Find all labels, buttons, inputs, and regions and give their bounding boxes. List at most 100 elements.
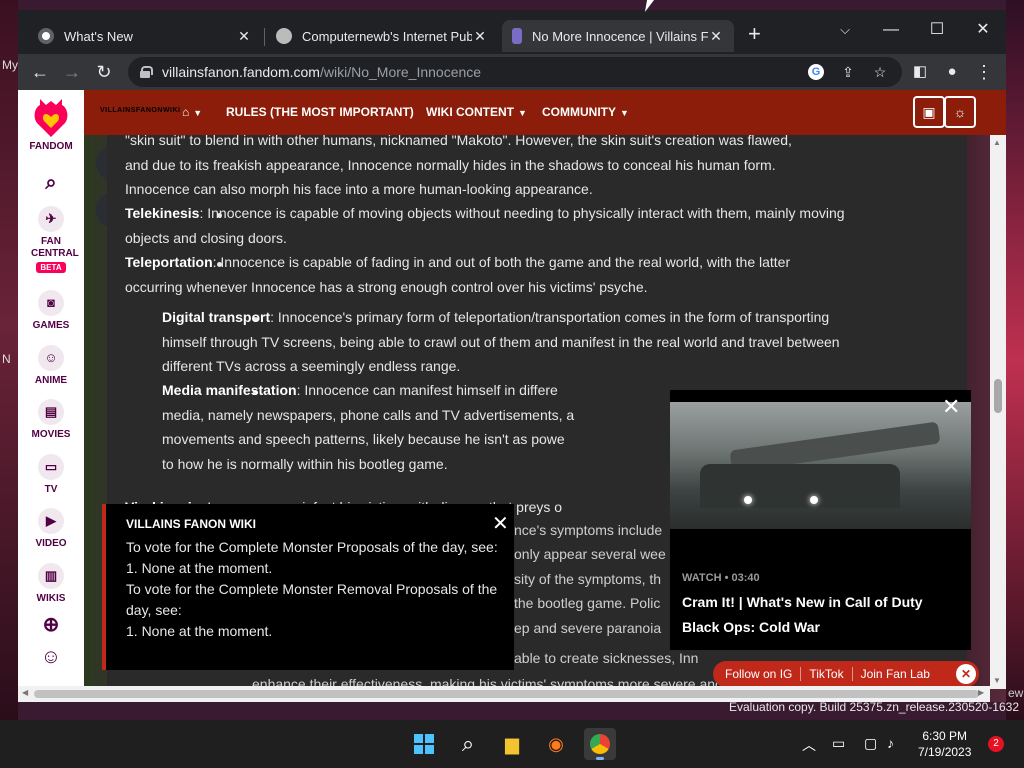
tab-close-icon[interactable]: ✕ (708, 28, 724, 45)
fandom-heart-icon (34, 99, 68, 137)
video-thumbnail[interactable] (670, 402, 971, 529)
profile-icon[interactable]: ● (940, 60, 964, 84)
follow-instagram-link[interactable]: Follow on IG (713, 667, 802, 681)
show-hidden-icons-chevron-icon[interactable]: ︿ (802, 735, 816, 755)
tank-hull-graphic (700, 464, 900, 508)
tab-close-icon[interactable]: ✕ (472, 28, 488, 45)
clock-time: 6:30 PM (922, 729, 968, 743)
scroll-up-arrow-icon[interactable]: ▲ (993, 138, 1001, 147)
term-description: : Innocence is capable of fading in and … (125, 254, 791, 295)
tab-close-icon[interactable]: ✕ (236, 28, 252, 45)
rail-fan-central[interactable]: ✈ FAN CENTRAL BETA (18, 206, 84, 273)
close-icon[interactable]: ✕ (492, 514, 509, 534)
firefox-icon[interactable]: ◉ (540, 728, 572, 760)
file-explorer-icon[interactable]: ▆ (496, 728, 528, 760)
join-fan-lab-link[interactable]: Join Fan Lab (853, 667, 938, 681)
share-icon[interactable]: ⇪ (840, 64, 856, 80)
clock-date: 7/19/2023 (918, 745, 972, 759)
book-icon: ▥ (38, 563, 64, 589)
tab-strip: What's New ✕ Computernewb's Internet Pub… (18, 10, 1006, 54)
system-clock[interactable]: 6:30 PM 7/19/2023 (918, 728, 971, 760)
text-line: media, namely newspapers, phone calls an… (162, 406, 575, 423)
term-teleportation: Teleportation (125, 254, 213, 270)
search-icon[interactable]: ⌕ (18, 172, 84, 195)
create-plus-icon[interactable]: ⊕ (18, 612, 84, 637)
fandom-logo[interactable]: FANDOM (18, 98, 84, 152)
minimize-button[interactable]: — (868, 16, 914, 44)
nav-wiki-content[interactable]: WIKI CONTENT ▼ (426, 105, 527, 119)
side-panel-icon[interactable]: ◧ (908, 60, 932, 84)
rail-tv[interactable]: ▭ TV (18, 454, 84, 495)
desktop-icon-label[interactable]: My (2, 58, 18, 72)
search-icon[interactable]: ⌕ (452, 728, 484, 760)
lock-icon[interactable] (140, 66, 153, 78)
close-video-icon[interactable]: ✕ (942, 396, 960, 418)
network-icon[interactable]: ▭ (832, 735, 845, 752)
explore-menu-icon[interactable]: ⌂ ▼ (182, 105, 202, 119)
tab-title: What's New (64, 28, 133, 44)
text-line: ep and severe paranoia (514, 620, 662, 636)
notice-line: day, see: (126, 602, 182, 618)
forward-arrow-icon[interactable]: → (60, 60, 84, 84)
rail-games[interactable]: ◙ GAMES (18, 290, 84, 331)
desktop-icon-label[interactable]: ew (1008, 686, 1023, 700)
back-arrow-icon[interactable]: ← (28, 60, 52, 84)
nav-community[interactable]: COMMUNITY ▼ (542, 105, 629, 119)
browser-toolbar: ← → ↻ villainsfanon.fandom.com/wiki/No_M… (18, 54, 1006, 90)
chrome-taskbar-icon[interactable] (584, 728, 616, 760)
text-line: sity of the symptoms, th (514, 571, 662, 587)
url-host: villainsfanon.fandom.com (162, 64, 320, 80)
tab-search-dropdown-icon[interactable]: ⌵ (822, 16, 868, 44)
text-line: and due to its freakish appearance, Inno… (125, 156, 776, 173)
list-item-teleportation: Teleportation: Innocence is capable of f… (125, 250, 845, 299)
bookmark-star-icon[interactable]: ☆ (872, 64, 888, 80)
google-lens-icon[interactable]: G (808, 64, 824, 80)
new-tab-button[interactable]: + (748, 23, 761, 45)
rail-movies[interactable]: ▤ MOVIES (18, 399, 84, 440)
list-item-digital-transport: Digital transport: Innocence's primary f… (162, 305, 852, 379)
tab-no-more-innocence[interactable]: No More Innocence | Villains Far ✕ (502, 20, 734, 52)
fandom-global-nav: FANDOM ⌕ ✈ FAN CENTRAL BETA ◙ GAMES ☺ AN… (18, 90, 84, 702)
menu-kebab-icon[interactable]: ⋮ (972, 60, 996, 84)
close-window-button[interactable]: ✕ (960, 16, 1006, 44)
tab-title: No More Innocence | Villains Far (532, 28, 708, 44)
scroll-left-arrow-icon[interactable]: ◀ (22, 688, 28, 697)
user-account-icon[interactable]: ☺ (18, 646, 84, 669)
volume-icon[interactable]: ♪ (887, 735, 894, 751)
scroll-right-arrow-icon[interactable]: ▶ (978, 688, 984, 697)
tab-internet-pub[interactable]: Computernewb's Internet Pub H ✕ (266, 20, 498, 52)
windows-logo-icon (414, 734, 434, 754)
discussions-icon[interactable]: ▣ (913, 96, 945, 128)
vertical-scrollbar[interactable]: ▲ ▼ (990, 135, 1006, 689)
featured-video-player[interactable]: ✕ WATCH • 03:40 Cram It! | What's New in… (670, 390, 971, 650)
scrollbar-thumb[interactable] (994, 379, 1002, 413)
tiktok-link[interactable]: TikTok (801, 667, 853, 681)
maximize-button[interactable]: ☐ (914, 16, 960, 44)
horizontal-scrollbar[interactable]: ◀ ▶ (18, 686, 990, 702)
wiki-wordmark[interactable]: VILLAINSFANONWIKI (100, 107, 180, 114)
rail-anime[interactable]: ☺ ANIME (18, 345, 84, 386)
notification-badge[interactable]: 2 (988, 736, 1004, 752)
desktop-icon-label[interactable]: N (2, 352, 11, 366)
text-line: only appear several wee (514, 546, 666, 562)
rail-label: TV (44, 484, 58, 495)
scrollbar-thumb[interactable] (34, 690, 979, 698)
display-icon[interactable]: ▢ (864, 735, 877, 752)
reload-icon[interactable]: ↻ (92, 60, 116, 84)
tab-whats-new[interactable]: What's New ✕ (28, 20, 262, 52)
headlight-graphic (810, 496, 818, 504)
theme-toggle-sun-icon[interactable]: ☼ (944, 96, 976, 128)
windows-taskbar: ⌕ ▆ ◉ ︿ ▭ ▢ ♪ 6:30 PM 7/19/2023 2 (0, 720, 1024, 768)
nav-rules[interactable]: RULES (THE MOST IMPORTANT) (226, 105, 414, 119)
video-title[interactable]: Cram It! | What's New in Call of Duty Bl… (682, 590, 952, 640)
scroll-down-arrow-icon[interactable]: ▼ (993, 676, 1001, 685)
rail-label: VIDEO (35, 538, 67, 549)
url-path: /wiki/No_More_Innocence (319, 64, 482, 80)
notice-title: VILLAINS FANON WIKI (126, 517, 256, 531)
windows-start-icon[interactable] (408, 728, 440, 760)
rail-wikis[interactable]: ▥ WIKIS (18, 563, 84, 604)
close-social-bar-icon[interactable]: ✕ (956, 664, 976, 684)
rail-video[interactable]: ▶ VIDEO (18, 508, 84, 549)
notice-line: 1. None at the moment. (126, 623, 273, 639)
address-bar[interactable]: villainsfanon.fandom.com/wiki/No_More_In… (128, 57, 902, 87)
